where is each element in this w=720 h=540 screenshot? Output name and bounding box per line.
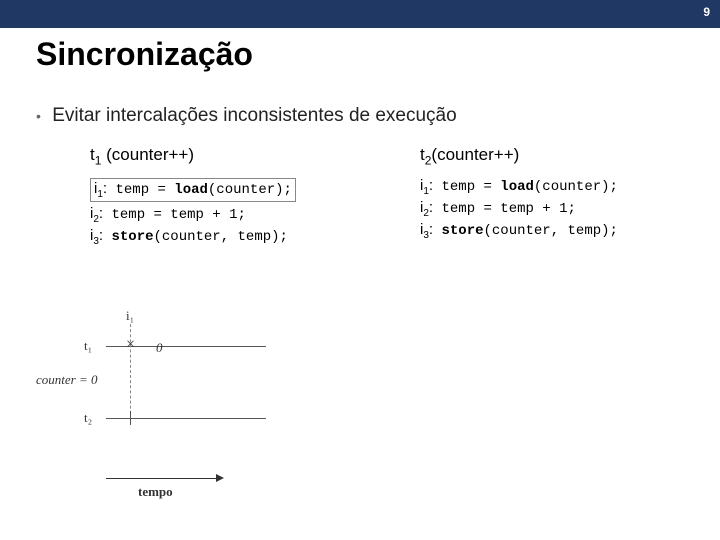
bullet-dot: • — [36, 108, 41, 124]
thread-2-column: t2(counter++) i1: temp = load(counter); … — [360, 145, 720, 249]
page-number: 9 — [703, 5, 710, 19]
code-line: i3: store(counter, temp); — [90, 227, 360, 247]
header-bar: 9 — [0, 0, 720, 28]
t2-tick — [130, 411, 131, 425]
code-columns: t1 (counter++) i1: temp = load(counter);… — [0, 145, 720, 249]
t2-axis-label: t₂ — [84, 410, 92, 426]
tempo-label: tempo — [138, 484, 173, 500]
t1-axis-label: t₁ — [84, 338, 92, 354]
thread-2-label: t2(counter++) — [420, 145, 720, 167]
zero-label: 0 — [156, 340, 163, 356]
code-line: i3: store(counter, temp); — [420, 221, 720, 241]
x-mark: × — [126, 336, 135, 354]
slide-title: Sincronização — [36, 36, 720, 73]
counter-label: counter = 0 — [36, 372, 97, 388]
bullet-line: • Evitar intercalações inconsistentes de… — [36, 105, 720, 127]
thread-1-label: t1 (counter++) — [90, 145, 360, 167]
thread-1-column: t1 (counter++) i1: temp = load(counter);… — [0, 145, 360, 249]
thread-2-code: i1: temp = load(counter); i2: temp = tem… — [420, 177, 720, 241]
code-line-highlighted: i1: temp = load(counter); — [90, 178, 296, 202]
thread-1-code: i1: temp = load(counter); i2: temp = tem… — [90, 177, 360, 247]
timeline-diagram: t₁ i₁ × 0 counter = 0 t₂ tempo — [60, 310, 360, 510]
code-line: i1: temp = load(counter); — [420, 177, 720, 197]
code-line: i2: temp = temp + 1; — [420, 199, 720, 219]
tempo-arrow-line — [106, 478, 216, 479]
code-line: i2: temp = temp + 1; — [90, 205, 360, 225]
bullet-text: Evitar intercalações inconsistentes de e… — [52, 105, 457, 126]
i1-label: i₁ — [126, 308, 134, 324]
tempo-arrow-head — [216, 474, 224, 482]
